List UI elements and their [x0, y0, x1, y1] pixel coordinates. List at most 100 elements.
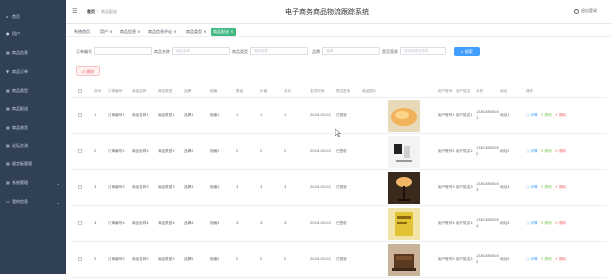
detail-button[interactable]: ○ 详情: [526, 221, 537, 226]
search-button[interactable]: ⌕ 搜索: [454, 47, 480, 56]
goods-name-input[interactable]: 商品名称: [172, 47, 230, 55]
row-spec: 规格4: [210, 221, 220, 225]
tag-goods-type[interactable]: 商品类型 ×: [184, 28, 209, 36]
row-ship-time: 2024-03-02: [310, 149, 331, 153]
row-price: 5: [260, 257, 263, 261]
tag-users[interactable]: 用户 ×: [98, 28, 115, 36]
order-no-input[interactable]: [94, 47, 152, 55]
brand-input[interactable]: 品牌: [322, 47, 380, 55]
goods-name-label: 商品名称: [154, 49, 170, 54]
row-index: 5: [94, 257, 97, 261]
tag-goods-delivery[interactable]: 商品配送 ×: [211, 28, 236, 36]
col-total: 总价: [284, 89, 292, 93]
batch-delete-button[interactable]: ⊝ 删除: [76, 66, 100, 76]
col-brand: 品牌: [184, 89, 192, 93]
page-title: 电子商务商品物流跟踪系统: [285, 8, 369, 16]
edit-button[interactable]: ✎ 修改: [540, 149, 551, 154]
detail-button[interactable]: ○ 详情: [526, 113, 537, 118]
row-qty: 5: [236, 257, 239, 261]
sidebar-item-goods-info[interactable]: ▦ 商品信息: [0, 46, 66, 60]
row-checkbox[interactable]: [78, 113, 82, 117]
row-phone: 1381380000 1: [476, 110, 499, 120]
edit-button[interactable]: ✎ 修改: [540, 185, 551, 190]
row-qty: 3: [236, 185, 239, 189]
sidebar-item-profile[interactable]: ▭ 我的信息 ⌄: [0, 195, 66, 209]
row-checkbox[interactable]: [78, 185, 82, 189]
goods-image: [388, 208, 420, 240]
row-checkbox[interactable]: [78, 257, 82, 261]
row-account: 用户账号5: [438, 257, 455, 261]
row-actions: ○ 详情 ✎ 修改 ✕ 删除: [526, 185, 566, 190]
delete-button-label: 删除: [558, 221, 567, 225]
delete-button[interactable]: ✕ 删除: [555, 257, 566, 262]
sidebar-item-label: 首页: [12, 14, 20, 19]
row-username: 用户姓名5: [456, 257, 473, 261]
grid-icon: ▦: [6, 50, 10, 55]
row-goods-type: 商品类型2: [158, 149, 175, 153]
delete-button[interactable]: ✕ 删除: [555, 221, 566, 226]
edit-button-label: 修改: [544, 221, 552, 225]
row-index: 4: [94, 221, 97, 225]
row-signed: 已签收: [336, 257, 347, 261]
row-account: 用户账号4: [438, 221, 455, 225]
sidebar-item-goods-type[interactable]: ▦ 商品类型: [0, 84, 66, 98]
sidebar-item-home[interactable]: ⌂ 首页: [0, 10, 66, 24]
row-username: 用户姓名3: [456, 185, 473, 189]
logout-button[interactable]: 退出登录: [574, 8, 597, 14]
row-brand: 品牌3: [184, 185, 194, 189]
sidebar-item-goods-order[interactable]: ▼ 商品订单: [0, 65, 66, 79]
row-total: 2: [284, 149, 287, 153]
detail-button-label: 详情: [530, 257, 538, 261]
sidebar-item-goods-delivery[interactable]: ▦ 商品配送: [0, 102, 66, 116]
table-header: 序号 订单编号 商品名称 商品类型 品牌 规格 数量 价格 总价 发货时间 是否…: [72, 84, 607, 98]
row-spec: 规格5: [210, 257, 220, 261]
order-icon: ▼: [6, 69, 10, 74]
row-total: 4: [284, 221, 287, 225]
row-goods-name: 商品名称1: [132, 113, 149, 117]
select-all-checkbox[interactable]: [78, 89, 82, 93]
col-index: 序号: [94, 89, 102, 93]
col-account: 用户账号: [438, 89, 453, 93]
row-order-no: 订单编号3: [108, 185, 125, 189]
row-signed: 已签收: [336, 113, 347, 117]
delete-button[interactable]: ✕ 删除: [555, 149, 566, 154]
sidebar-item-forum[interactable]: ▦ 论坛交流: [0, 139, 66, 153]
row-account: 用户账号3: [438, 185, 455, 189]
row-goods-type: 商品类型3: [158, 185, 175, 189]
logout-label: 退出登录: [581, 8, 597, 13]
sidebar-item-label: 商品类型: [12, 88, 28, 93]
col-goods-name: 商品名称: [132, 89, 147, 93]
row-goods-type: 商品类型5: [158, 257, 175, 261]
sidebar-item-system[interactable]: ▦ 系统管理 ⌄: [0, 176, 66, 190]
delete-button[interactable]: ✕ 删除: [555, 185, 566, 190]
row-order-no: 订单编号2: [108, 149, 125, 153]
sidebar-item-messages[interactable]: ▦ 留言板管理: [0, 157, 66, 171]
tag-home[interactable]: 系统首页: [72, 28, 92, 36]
row-checkbox[interactable]: [78, 149, 82, 153]
menu-fold-icon[interactable]: ☰: [72, 8, 77, 15]
col-order-no: 订单编号: [108, 89, 123, 93]
detail-button[interactable]: ○ 详情: [526, 185, 537, 190]
sidebar-item-goods-receipt[interactable]: ▦ 商品收货: [0, 121, 66, 135]
row-spec: 规格2: [210, 149, 220, 153]
sidebar-item-users[interactable]: ● 用户: [0, 27, 66, 41]
edit-button[interactable]: ✎ 修改: [540, 221, 551, 226]
detail-button[interactable]: ○ 详情: [526, 257, 537, 262]
settings-icon: ▦: [6, 180, 10, 185]
goods-type-input[interactable]: 商品类型: [250, 47, 308, 55]
edit-button[interactable]: ✎ 修改: [540, 257, 551, 262]
tags-view: 系统首页 用户 × 商品信息 × 商品信息评论 × 商品类型 × 商品配送 ×: [66, 25, 611, 37]
row-ship-time: 2024-03-02: [310, 113, 331, 117]
tag-goods-comment[interactable]: 商品信息评论 ×: [146, 28, 179, 36]
detail-button[interactable]: ○ 详情: [526, 149, 537, 154]
edit-button[interactable]: ✎ 修改: [540, 113, 551, 118]
sidebar-item-label: 留言板管理: [12, 161, 32, 166]
sidebar-item-label: 我的信息: [12, 199, 28, 204]
row-brand: 品牌2: [184, 149, 194, 153]
breadcrumb-home[interactable]: 首页: [87, 9, 95, 15]
status-select[interactable]: 请选择是否签收: [400, 47, 446, 55]
tag-goods-info[interactable]: 商品信息 ×: [118, 28, 143, 36]
row-checkbox[interactable]: [78, 221, 82, 225]
row-index: 1: [94, 113, 97, 117]
delete-button[interactable]: ✕ 删除: [555, 113, 566, 118]
